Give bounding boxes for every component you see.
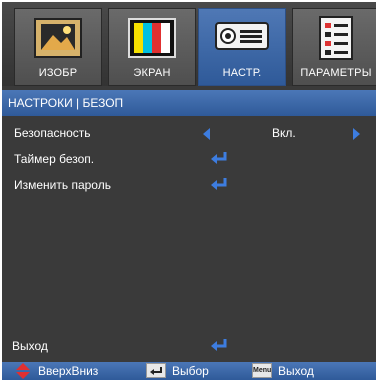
menu-item-change-password-label: Изменить пароль (14, 178, 111, 192)
enter-icon (211, 339, 227, 351)
tab-screen-label: ЭКРАН (133, 67, 171, 79)
menu-item-exit-label: Выход (12, 339, 48, 353)
menu-item-change-password[interactable]: Изменить пароль (2, 175, 376, 195)
tab-setup[interactable]: НАСТР. (198, 8, 286, 86)
menu-item-exit[interactable]: Выход (2, 336, 376, 356)
tab-bar: ИЗОБР ЭКРАН НАСТР. ПАРАМЕТРЫ (2, 2, 376, 86)
menu-item-security-label: Безопасность (14, 126, 91, 140)
color-bars-icon (128, 18, 176, 58)
enter-icon (211, 152, 227, 164)
menu-item-security-timer-label: Таймер безоп. (14, 152, 95, 166)
tab-options-label: ПАРАМЕТРЫ (300, 67, 372, 79)
up-down-icon (16, 363, 30, 379)
page-title-bar: НАСТРОКИ | БЕЗОП (2, 90, 376, 116)
enter-icon (211, 178, 227, 190)
projector-icon (215, 22, 269, 50)
menu-item-security[interactable]: Безопасность Вкл. (2, 123, 376, 143)
arrow-left-icon[interactable] (203, 128, 210, 140)
tab-image-label: ИЗОБР (38, 67, 78, 79)
footer-updown-label: ВверхВниз (38, 364, 99, 378)
footer-exit-label: Выход (278, 364, 314, 378)
tab-options[interactable]: ПАРАМЕТРЫ (292, 8, 376, 86)
menu-key-icon: Menu (252, 363, 272, 378)
footer-help-bar: ВверхВниз Выбор Menu Выход (2, 362, 376, 380)
checklist-icon (319, 16, 353, 60)
tab-setup-label: НАСТР. (222, 67, 262, 79)
enter-key-icon (146, 363, 166, 378)
arrow-right-icon[interactable] (353, 128, 360, 140)
page-title: НАСТРОКИ | БЕЗОП (8, 96, 124, 110)
tab-image[interactable]: ИЗОБР (14, 8, 102, 86)
menu-item-security-timer[interactable]: Таймер безоп. (2, 149, 376, 169)
tab-screen[interactable]: ЭКРАН (108, 8, 196, 86)
osd-menu: ИЗОБР ЭКРАН НАСТР. ПАРАМЕТРЫ НАСТРОКИ | … (2, 2, 376, 380)
footer-select-label: Выбор (172, 364, 209, 378)
menu-item-security-value: Вкл. (272, 126, 296, 140)
image-icon (34, 18, 82, 58)
